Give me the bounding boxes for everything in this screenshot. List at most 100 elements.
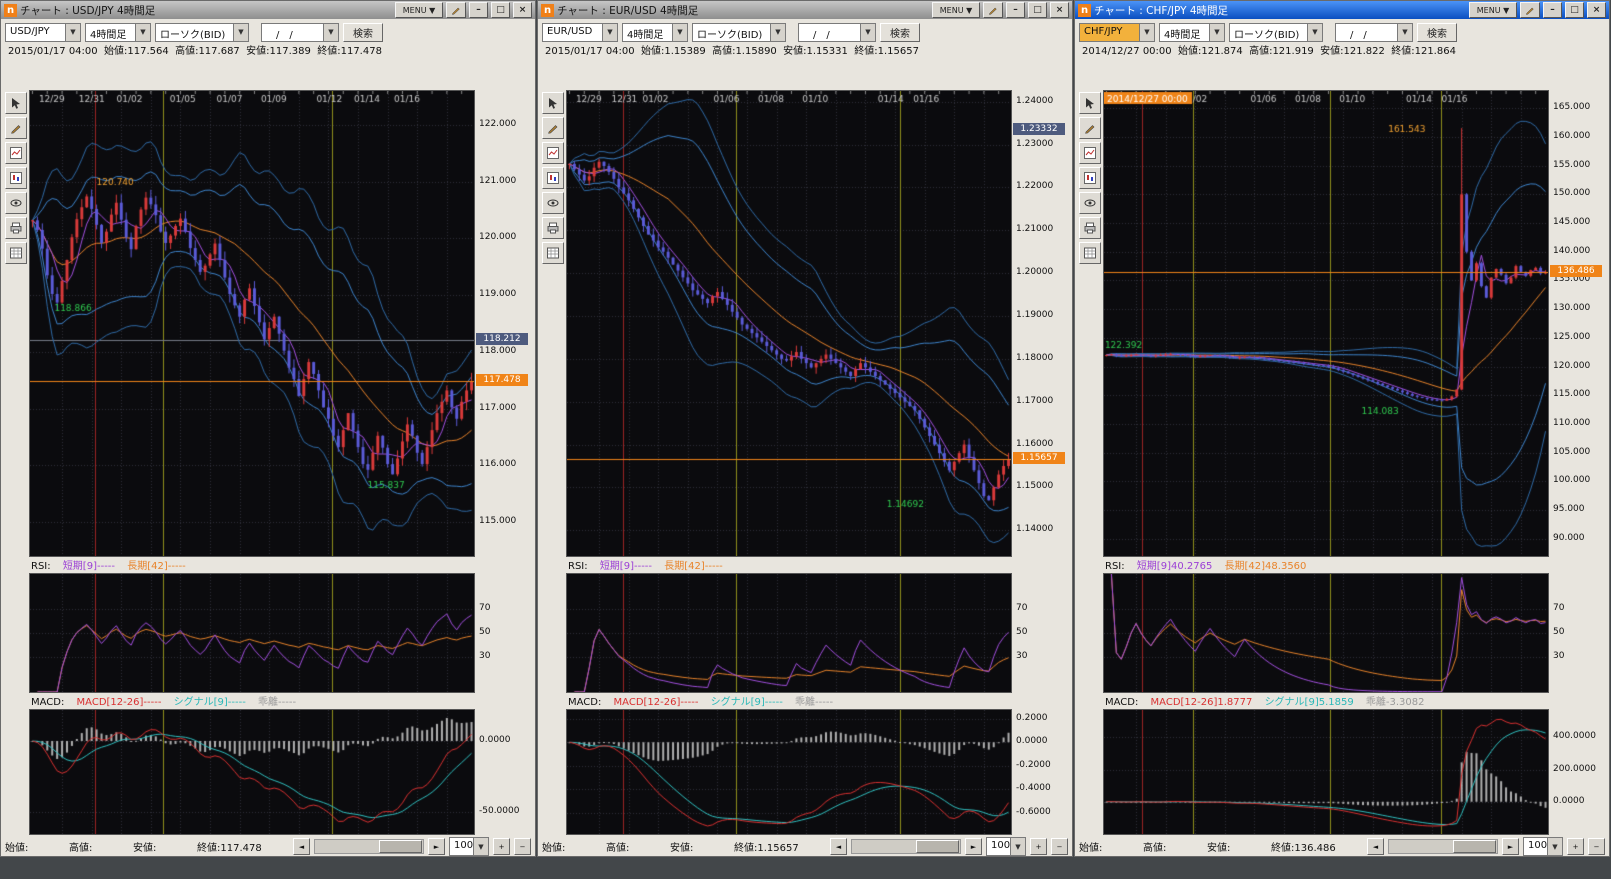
scrollbar-thumb[interactable] — [379, 840, 422, 853]
close-button[interactable]: × — [1587, 2, 1606, 18]
main-chart-canvas[interactable] — [567, 91, 1011, 556]
minimize-button[interactable]: – — [1543, 2, 1562, 18]
chart-type-select[interactable]: ローソク(BID) ▼ — [155, 23, 249, 42]
page-size-select[interactable]: 100 ▼ — [449, 837, 489, 856]
rsi-plot — [29, 573, 475, 693]
macd-panel: 400.0000200.00000.0000 — [1077, 709, 1607, 835]
scroll-right-button[interactable]: ► — [1502, 838, 1519, 855]
maximize-button[interactable]: □ — [1028, 2, 1047, 18]
rsi-short-label: 短期[9]40.2765 — [1137, 561, 1213, 572]
data-table-tool-button[interactable] — [1079, 242, 1101, 264]
edit-button[interactable] — [446, 2, 466, 18]
pair-select[interactable]: CHF/JPY ▼ — [1079, 23, 1155, 42]
axis-tick-label: 0.0000 — [479, 735, 511, 745]
bottom-low-label: 安値: — [670, 839, 730, 854]
scroll-left-button[interactable]: ◄ — [293, 838, 310, 855]
zoom-out-button[interactable]: − — [514, 838, 531, 855]
zoom-out-button[interactable]: − — [1588, 838, 1605, 855]
scroll-right-button[interactable]: ► — [965, 838, 982, 855]
scrollbar-track[interactable] — [851, 839, 961, 854]
line-chart-icon — [547, 147, 559, 159]
macd-chart-canvas[interactable] — [1104, 710, 1548, 834]
zoom-in-button[interactable]: + — [1567, 838, 1584, 855]
close-button[interactable]: × — [1050, 2, 1069, 18]
rsi-plot — [566, 573, 1012, 693]
axis-tick-label: 145.000 — [1553, 217, 1590, 227]
pointer-tool-button[interactable] — [5, 92, 27, 114]
pair-select[interactable]: EUR/USD ▼ — [542, 23, 618, 42]
menu-button[interactable]: MENU ▼ — [932, 2, 980, 18]
rsi-long-label: 長期[42]----- — [127, 561, 186, 572]
scroll-right-button[interactable]: ► — [428, 838, 445, 855]
draw-tool-button[interactable] — [1079, 117, 1101, 139]
page-size-select[interactable]: 100 ▼ — [1523, 837, 1563, 856]
timeframe-select[interactable]: 4時間足 ▼ — [622, 23, 688, 42]
line-chart-tool-button[interactable] — [542, 142, 564, 164]
scrollbar-thumb[interactable] — [916, 840, 959, 853]
edit-button[interactable] — [1520, 2, 1540, 18]
rsi-chart-canvas[interactable] — [30, 574, 474, 692]
date-input[interactable]: / / ▼ — [1335, 23, 1413, 42]
edit-button[interactable] — [983, 2, 1003, 18]
zoom-in-button[interactable]: + — [493, 838, 510, 855]
indicator-tool-button[interactable] — [542, 167, 564, 189]
desktop: n チャート : USD/JPY 4時間足 MENU ▼ – □ × USD/J… — [0, 0, 1611, 879]
draw-tool-button[interactable] — [542, 117, 564, 139]
indicator-tool-button[interactable] — [5, 167, 27, 189]
search-button[interactable]: 検索 — [1417, 23, 1457, 42]
titlebar[interactable]: n チャート : USD/JPY 4時間足 MENU ▼ – □ × — [1, 1, 535, 19]
view-tool-button[interactable] — [5, 192, 27, 214]
pair-select[interactable]: USD/JPY ▼ — [5, 23, 81, 42]
axis-tick-label: -0.4000 — [1016, 783, 1051, 793]
print-tool-button[interactable] — [1079, 217, 1101, 239]
print-tool-button[interactable] — [542, 217, 564, 239]
search-button[interactable]: 検索 — [343, 23, 383, 42]
scrollbar-track[interactable] — [1388, 839, 1498, 854]
titlebar[interactable]: n チャート : CHF/JPY 4時間足 MENU ▼ – □ × — [1075, 1, 1609, 19]
macd-chart-canvas[interactable] — [567, 710, 1011, 834]
zoom-in-button[interactable]: + — [1030, 838, 1047, 855]
menu-button[interactable]: MENU ▼ — [1469, 2, 1517, 18]
page-size-select[interactable]: 100 ▼ — [986, 837, 1026, 856]
maximize-button[interactable]: □ — [1565, 2, 1584, 18]
rsi-header: RSI: 短期[9]40.2765 長期[42]48.3560 — [1077, 560, 1607, 573]
timeframe-select[interactable]: 4時間足 ▼ — [85, 23, 151, 42]
close-button[interactable]: × — [513, 2, 532, 18]
line-chart-tool-button[interactable] — [1079, 142, 1101, 164]
rsi-chart-canvas[interactable] — [567, 574, 1011, 692]
rsi-chart-canvas[interactable] — [1104, 574, 1548, 692]
line-chart-tool-button[interactable] — [5, 142, 27, 164]
chart-type-select[interactable]: ローソク(BID) ▼ — [692, 23, 786, 42]
main-chart-canvas[interactable] — [1104, 91, 1548, 556]
axis-tick-label: 120.000 — [479, 232, 516, 242]
main-chart-canvas[interactable] — [30, 91, 474, 556]
menu-button[interactable]: MENU ▼ — [395, 2, 443, 18]
date-input[interactable]: / / ▼ — [798, 23, 876, 42]
scroll-left-button[interactable]: ◄ — [1367, 838, 1384, 855]
indicator-tool-button[interactable] — [1079, 167, 1101, 189]
chart-type-select[interactable]: ローソク(BID) ▼ — [1229, 23, 1323, 42]
scrollbar-thumb[interactable] — [1453, 840, 1496, 853]
timeframe-select[interactable]: 4時間足 ▼ — [1159, 23, 1225, 42]
rsi-section: RSI: 短期[9]----- 長期[42]----- 705030 — [3, 560, 533, 693]
pointer-tool-button[interactable] — [542, 92, 564, 114]
view-tool-button[interactable] — [542, 192, 564, 214]
chevron-down-icon: ▼ — [602, 24, 617, 41]
date-input[interactable]: / / ▼ — [261, 23, 339, 42]
minimize-button[interactable]: – — [1006, 2, 1025, 18]
data-table-tool-button[interactable] — [5, 242, 27, 264]
zoom-out-button[interactable]: − — [1051, 838, 1068, 855]
macd-label: MACD: — [568, 697, 601, 708]
data-table-tool-button[interactable] — [542, 242, 564, 264]
minimize-button[interactable]: – — [469, 2, 488, 18]
macd-chart-canvas[interactable] — [30, 710, 474, 834]
print-tool-button[interactable] — [5, 217, 27, 239]
search-button[interactable]: 検索 — [880, 23, 920, 42]
scroll-left-button[interactable]: ◄ — [830, 838, 847, 855]
draw-tool-button[interactable] — [5, 117, 27, 139]
view-tool-button[interactable] — [1079, 192, 1101, 214]
scrollbar-track[interactable] — [314, 839, 424, 854]
maximize-button[interactable]: □ — [491, 2, 510, 18]
pointer-tool-button[interactable] — [1079, 92, 1101, 114]
titlebar[interactable]: n チャート : EUR/USD 4時間足 MENU ▼ – □ × — [538, 1, 1072, 19]
